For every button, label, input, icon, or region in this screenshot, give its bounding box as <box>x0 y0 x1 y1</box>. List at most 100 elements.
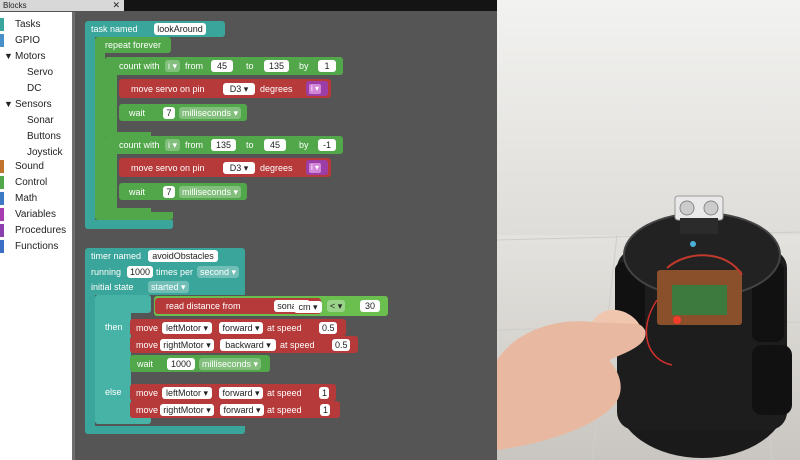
direction-dropdown[interactable]: backward ▾ <box>220 339 276 351</box>
category-label: Buttons <box>27 131 61 142</box>
blocks-editor-window: Blocks ✕ Tasks GPIO ▼ Motors Servo DC ▼ Sensors… <box>0 0 497 460</box>
direction-dropdown[interactable]: forward ▾ <box>220 404 264 416</box>
task-block-body <box>85 33 95 229</box>
timer-period-dropdown[interactable]: second ▾ <box>197 266 240 278</box>
at-speed-label: at speed <box>267 405 302 415</box>
wait-unit-dropdown[interactable]: milliseconds ▾ <box>179 107 242 119</box>
unit-dropdown[interactable]: cm ▾ <box>294 301 322 313</box>
at-speed-label: at speed <box>267 323 302 333</box>
degrees-var-dropdown[interactable]: i ▾ <box>309 163 322 173</box>
category-label: Math <box>15 193 38 204</box>
direction-dropdown[interactable]: forward ▾ <box>219 322 263 334</box>
timer-block[interactable]: timer named avoidObstacles running 1000 … <box>85 248 245 295</box>
else-label: else <box>105 387 122 397</box>
wait-value-field[interactable]: 1000 <box>167 358 195 370</box>
category-label: DC <box>27 83 42 94</box>
tab-label: Blocks <box>3 1 27 10</box>
speed-field[interactable]: 0.5 <box>319 322 337 334</box>
wait-block-then[interactable]: wait 1000 milliseconds ▾ <box>130 355 270 372</box>
wait-block-1[interactable]: wait 7 milliseconds ▾ <box>119 104 247 121</box>
category-label: Functions <box>15 241 59 252</box>
servo-pin-dropdown[interactable]: D3 ▾ <box>223 83 255 95</box>
initial-state-dropdown[interactable]: started ▾ <box>148 281 189 293</box>
from-value-field[interactable]: 135 <box>211 139 236 151</box>
count-loop-2[interactable]: count with i ▾ from 135 to 45 by -1 <box>105 136 343 154</box>
move-label: move <box>136 405 159 415</box>
timer-rate-field[interactable]: 1000 <box>127 266 153 278</box>
move-servo-label: move servo on pin <box>131 84 205 94</box>
if-else-block[interactable]: if then else <box>95 295 131 423</box>
wait-label: wait <box>129 108 146 118</box>
degrees-var-dropdown[interactable]: i ▾ <box>309 84 322 94</box>
wait-value-field[interactable]: 7 <box>163 107 175 119</box>
speed-field[interactable]: 1 <box>320 404 330 416</box>
repeat-forever-block[interactable]: repeat forever <box>95 37 171 53</box>
move-label: move <box>136 323 159 333</box>
to-value-field[interactable]: 135 <box>264 60 289 72</box>
robot-photo-illustration <box>497 0 800 460</box>
by-value-field[interactable]: -1 <box>318 139 336 151</box>
to-value-field[interactable]: 45 <box>264 139 286 151</box>
move-motor-block-then-1[interactable]: move leftMotor ▾ forward ▾ at speed 0.5 <box>130 319 346 336</box>
move-servo-block-1[interactable]: move servo on pin D3 ▾ degrees i ▾ <box>119 79 331 98</box>
timer-block-footer <box>85 426 245 434</box>
degrees-label: degrees <box>260 84 293 94</box>
by-label: by <box>299 140 309 150</box>
speed-field[interactable]: 1 <box>319 387 329 399</box>
wait-value-field[interactable]: 7 <box>163 186 175 198</box>
task-name-field[interactable]: lookAround <box>154 23 206 35</box>
motor-dropdown[interactable]: rightMotor ▾ <box>160 339 214 351</box>
close-icon[interactable]: ✕ <box>112 0 120 11</box>
motor-dropdown[interactable]: leftMotor ▾ <box>162 322 212 334</box>
from-value-field[interactable]: 45 <box>211 60 233 72</box>
category-color-swatch <box>0 18 4 31</box>
motor-dropdown[interactable]: rightMotor ▾ <box>160 404 214 416</box>
servo-pin-dropdown[interactable]: D3 ▾ <box>223 162 255 174</box>
compare-value-field[interactable]: 30 <box>360 300 380 312</box>
move-label: move <box>136 388 159 398</box>
move-motor-block-else-1[interactable]: move leftMotor ▾ forward ▾ at speed 1 <box>130 384 336 401</box>
wait-unit-dropdown[interactable]: milliseconds ▾ <box>179 186 242 198</box>
task-header-label: task named <box>91 24 138 34</box>
at-speed-label: at speed <box>280 340 315 350</box>
timer-name-field[interactable]: avoidObstacles <box>148 250 218 262</box>
loop-var-dropdown[interactable]: i ▾ <box>165 60 181 72</box>
move-servo-label: move servo on pin <box>131 163 205 173</box>
category-color-swatch <box>0 34 4 47</box>
category-label: GPIO <box>15 35 41 46</box>
category-label: Sensors <box>15 99 52 110</box>
motor-dropdown[interactable]: leftMotor ▾ <box>162 387 212 399</box>
robot-camera-view <box>497 0 800 460</box>
compare-operator-dropdown[interactable]: < ▾ <box>327 300 345 312</box>
move-motor-block-then-2[interactable]: move rightMotor ▾ backward ▾ at speed 0.… <box>130 336 358 353</box>
timer-block-body <box>85 292 95 434</box>
timer-header-label: timer named <box>91 251 142 261</box>
count-loop-1-body <box>105 72 117 136</box>
wait-block-2[interactable]: wait 7 milliseconds ▾ <box>119 183 247 200</box>
speed-field[interactable]: 0.5 <box>332 339 350 351</box>
category-label: Joystick <box>27 147 63 158</box>
loop-var-dropdown[interactable]: i ▾ <box>165 139 181 151</box>
count-loop-2-body <box>105 151 117 215</box>
category-color-swatch <box>0 224 4 237</box>
at-speed-label: at speed <box>267 388 302 398</box>
toolbox: Tasks GPIO ▼ Motors Servo DC ▼ Sensors Sonar Butt… <box>0 12 72 460</box>
wait-unit-dropdown[interactable]: milliseconds ▾ <box>199 358 262 370</box>
blocks-workspace[interactable]: task named lookAround repeat forever cou… <box>75 12 497 460</box>
tab-blocks[interactable]: Blocks ✕ <box>0 0 124 11</box>
category-color-swatch <box>0 208 4 221</box>
by-label: by <box>299 61 309 71</box>
repeat-forever-body <box>95 50 105 218</box>
expand-triangle-icon[interactable]: ▼ <box>4 97 13 112</box>
category-label: Motors <box>15 51 46 62</box>
category-label: Servo <box>27 67 54 78</box>
count-loop-1[interactable]: count with i ▾ from 45 to 135 by 1 <box>105 57 343 75</box>
move-servo-block-2[interactable]: move servo on pin D3 ▾ degrees i ▾ <box>119 158 331 177</box>
by-value-field[interactable]: 1 <box>318 60 336 72</box>
move-label: move <box>136 340 159 350</box>
expand-triangle-icon[interactable]: ▼ <box>4 49 13 64</box>
move-motor-block-else-2[interactable]: move rightMotor ▾ forward ▾ at speed 1 <box>130 401 340 418</box>
task-block-lookaround[interactable]: task named lookAround <box>85 21 225 37</box>
category-label: Sound <box>15 161 44 172</box>
direction-dropdown[interactable]: forward ▾ <box>219 387 263 399</box>
